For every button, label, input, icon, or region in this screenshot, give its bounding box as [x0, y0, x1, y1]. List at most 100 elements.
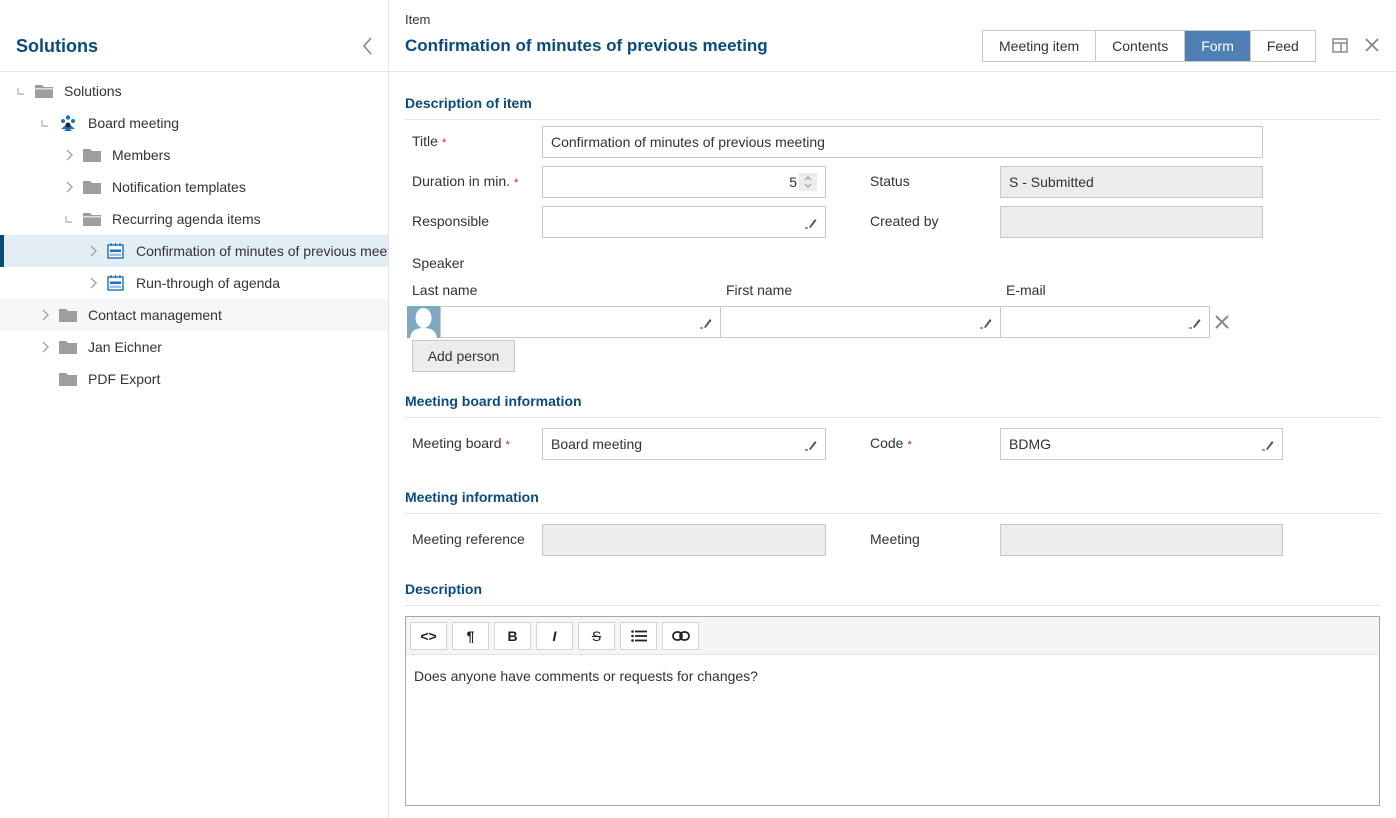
bold-button[interactable]: B	[494, 621, 531, 650]
chevron-right-icon[interactable]	[38, 308, 52, 322]
meeting-board-input[interactable]: Board meeting	[542, 428, 826, 460]
column-header-last-name: Last name	[412, 282, 478, 298]
speaker-email-input[interactable]	[1000, 306, 1210, 338]
bullet-list-icon	[630, 629, 647, 642]
chevron-left-icon	[362, 37, 372, 55]
tree-item-confirmation-of-minutes-of-previous-meeting[interactable]: Confirmation of minutes of previous meet…	[0, 235, 388, 267]
pilcrow-icon: ¶	[466, 627, 475, 644]
tree-item-pdf-export[interactable]: PDF Export	[0, 363, 388, 395]
folder-open-icon	[34, 83, 54, 99]
source-code-button[interactable]: <>	[410, 621, 447, 650]
tree-item-label: Contact management	[88, 307, 222, 323]
agenda-item-icon	[106, 243, 126, 259]
folder-icon	[82, 179, 102, 195]
section-description-of-item: Description of item	[405, 95, 532, 111]
column-header-first-name: First name	[726, 282, 793, 298]
responsible-label: Responsible	[412, 213, 490, 229]
meeting-reference-label: Meeting reference	[412, 531, 525, 547]
panel-layout-icon	[1332, 38, 1348, 53]
item-header: Item Confirmation of minutes of previous…	[389, 0, 1396, 72]
sidebar-header: Solutions	[0, 0, 388, 72]
folder-icon	[82, 147, 102, 163]
code-input[interactable]: BDMG	[1000, 428, 1283, 460]
editor-toolbar: <> ¶ B I S	[406, 617, 1379, 655]
stepper-arrows-icon	[804, 176, 812, 188]
speaker-last-name-input[interactable]	[440, 306, 721, 338]
board-meeting-icon	[58, 115, 78, 131]
code-label: Code *	[870, 435, 912, 451]
link-button[interactable]	[662, 621, 699, 650]
column-header-email: E-mail	[1006, 282, 1046, 298]
italic-icon: I	[552, 627, 557, 644]
collapse-toggle-icon[interactable]	[62, 212, 76, 226]
duration-input[interactable]: 5	[542, 166, 826, 198]
italic-button[interactable]: I	[536, 621, 573, 650]
layout-toggle-button[interactable]	[1332, 38, 1348, 53]
strikethrough-button[interactable]: S	[578, 621, 615, 650]
title-input[interactable]: Confirmation of minutes of previous meet…	[542, 126, 1263, 158]
user-silhouette-icon	[410, 308, 437, 338]
title-label: Title *	[412, 133, 447, 149]
edit-pencil-icon[interactable]	[699, 316, 713, 330]
tree-item-label: Confirmation of minutes of previous meet…	[136, 243, 388, 259]
edit-pencil-icon[interactable]	[1188, 316, 1202, 330]
remove-speaker-button[interactable]	[1215, 315, 1229, 329]
edit-pencil-icon[interactable]	[1261, 438, 1275, 452]
strikethrough-icon: S	[591, 627, 602, 644]
collapse-toggle-icon[interactable]	[38, 116, 52, 130]
bullet-list-button[interactable]	[620, 621, 657, 650]
view-tabs: Meeting item Contents Form Feed	[982, 30, 1316, 62]
folder-icon	[58, 307, 78, 323]
tree-item-run-through-of-agenda[interactable]: Run-through of agenda	[0, 267, 388, 299]
rich-text-editor: <> ¶ B I S Does anyone have comments or …	[405, 616, 1380, 806]
tree-item-board-meeting[interactable]: Board meeting	[0, 107, 388, 139]
chevron-right-icon[interactable]	[86, 244, 100, 258]
add-person-button[interactable]: Add person	[412, 340, 515, 372]
folder-icon	[58, 371, 78, 387]
chevron-right-icon[interactable]	[38, 340, 52, 354]
section-meeting-board-information: Meeting board information	[405, 393, 582, 409]
collapse-toggle-icon[interactable]	[14, 84, 28, 98]
section-divider	[405, 605, 1380, 606]
tree-item-notification-templates[interactable]: Notification templates	[0, 171, 388, 203]
section-divider	[405, 119, 1380, 120]
edit-pencil-icon[interactable]	[804, 438, 818, 452]
tree-item-solutions[interactable]: Solutions	[0, 75, 388, 107]
code-icon: <>	[420, 627, 437, 644]
status-field: S - Submitted	[1000, 166, 1263, 198]
agenda-item-icon	[106, 275, 126, 291]
duration-stepper[interactable]	[799, 173, 817, 191]
edit-pencil-icon[interactable]	[979, 316, 993, 330]
tree-item-label: Board meeting	[88, 115, 180, 131]
responsible-input[interactable]	[542, 206, 826, 238]
item-title: Confirmation of minutes of previous meet…	[405, 36, 768, 55]
tree-item-recurring-agenda-items[interactable]: Recurring agenda items	[0, 203, 388, 235]
tree-item-members[interactable]: Members	[0, 139, 388, 171]
tree-item-label: Run-through of agenda	[136, 275, 280, 291]
folder-icon	[58, 339, 78, 355]
tree-item-label: Recurring agenda items	[112, 211, 261, 227]
tree-item-jan-eichner[interactable]: Jan Eichner	[0, 331, 388, 363]
meeting-label: Meeting	[870, 531, 920, 547]
tab-feed[interactable]: Feed	[1250, 31, 1315, 61]
tab-form[interactable]: Form	[1185, 31, 1251, 61]
sidebar: Solutions Solutions Board meeting Members N…	[0, 0, 389, 818]
tab-meeting-item[interactable]: Meeting item	[983, 31, 1097, 61]
tree-item-label: Notification templates	[112, 179, 246, 195]
chevron-right-icon[interactable]	[86, 276, 100, 290]
required-marker: *	[441, 137, 447, 149]
paragraph-button[interactable]: ¶	[452, 621, 489, 650]
chevron-right-icon[interactable]	[62, 180, 76, 194]
tab-contents[interactable]: Contents	[1096, 31, 1186, 61]
tree-item-contact-management[interactable]: Contact management	[0, 299, 388, 331]
meeting-field	[1000, 524, 1283, 556]
speaker-label: Speaker	[412, 255, 465, 271]
collapse-sidebar-button[interactable]	[360, 36, 376, 56]
edit-pencil-icon[interactable]	[804, 216, 818, 230]
close-button[interactable]	[1365, 38, 1379, 52]
close-icon	[1365, 38, 1379, 52]
editor-content[interactable]: Does anyone have comments or requests fo…	[406, 655, 1379, 697]
chevron-right-icon[interactable]	[62, 148, 76, 162]
speaker-first-name-input[interactable]	[720, 306, 1001, 338]
section-description: Description	[405, 581, 483, 597]
